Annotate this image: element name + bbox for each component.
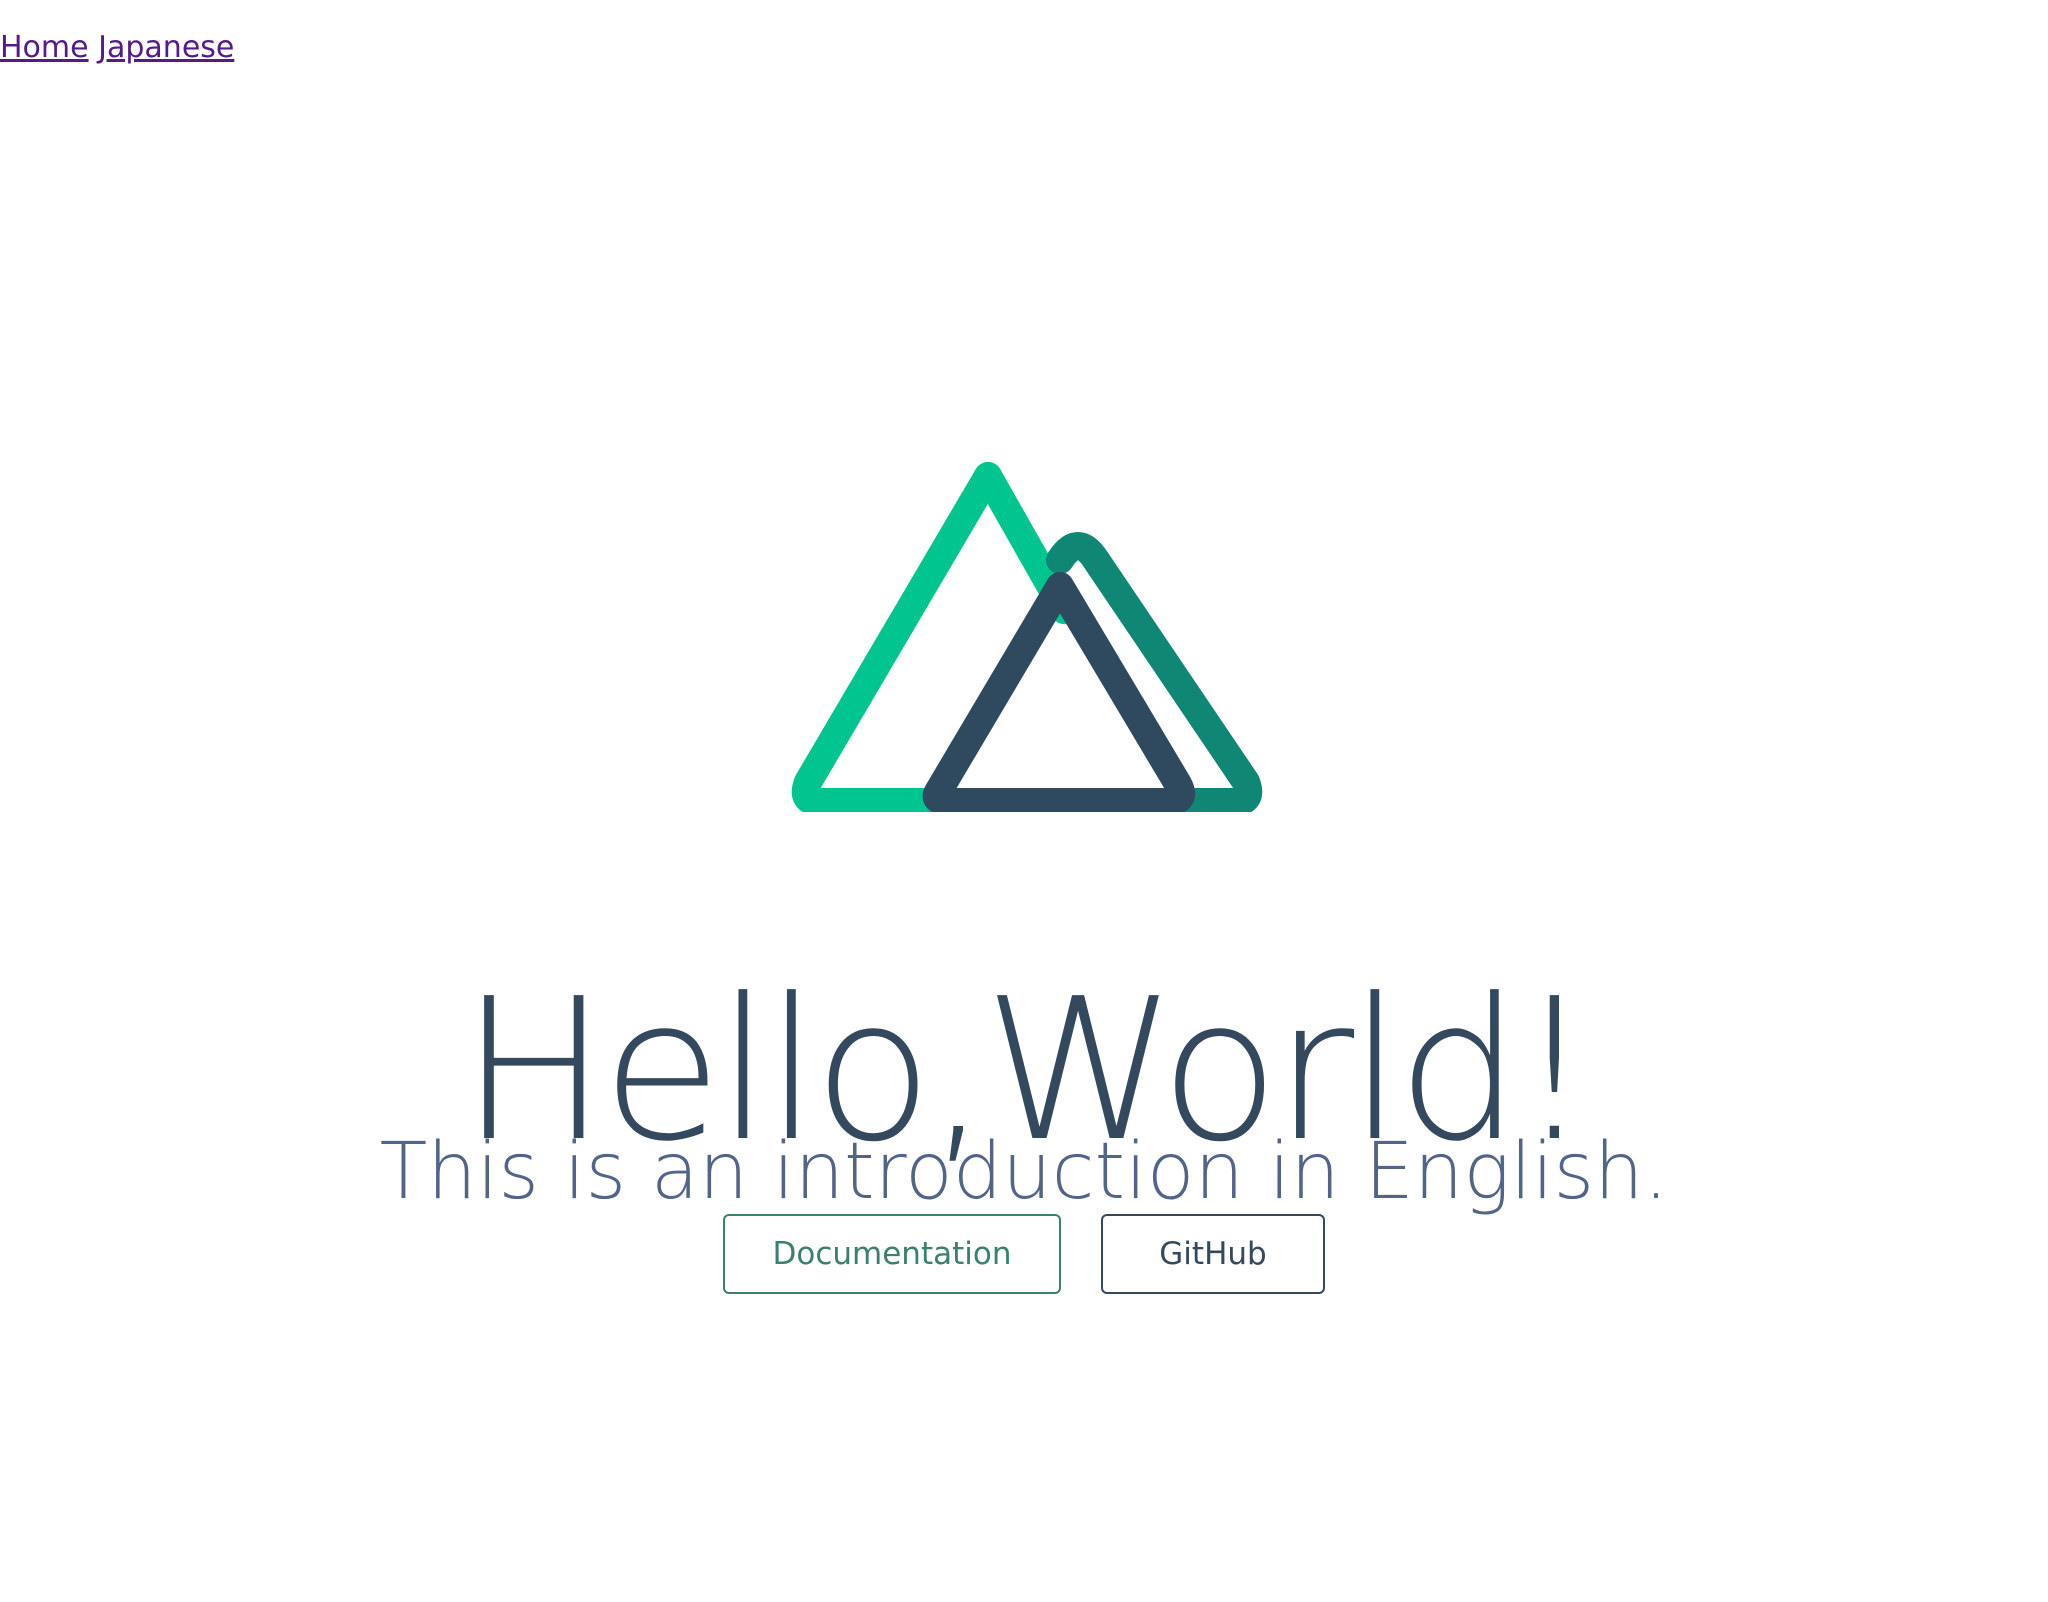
top-nav: Home Japanese <box>0 28 234 68</box>
nav-link-japanese[interactable]: Japanese <box>98 30 234 65</box>
nuxt-logo-icon <box>791 462 1263 812</box>
action-links: Documentation GitHub <box>0 1214 2048 1294</box>
page: Home Japanese Hello,World! This is an in… <box>0 0 2048 1602</box>
github-button[interactable]: GitHub <box>1101 1214 1325 1294</box>
documentation-button[interactable]: Documentation <box>723 1214 1061 1294</box>
nav-link-home[interactable]: Home <box>0 30 89 65</box>
page-subtitle: This is an introduction in English. <box>379 1126 1669 1217</box>
